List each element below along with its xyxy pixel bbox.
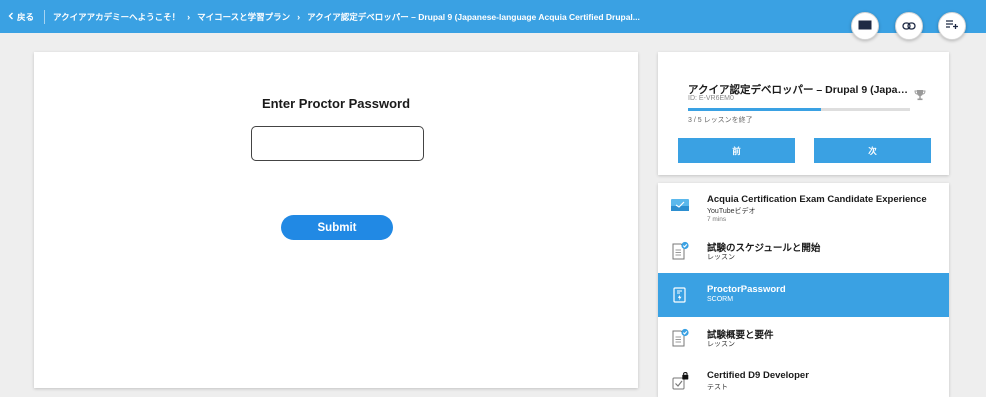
top-bar: 戻る アクイアアカデミーへようこそ！ › マイコースと学習プラン › アクイア認…: [0, 0, 986, 40]
course-id: ID: E-VR6EM0: [688, 95, 734, 102]
lesson-item-schedule[interactable]: 試験のスケジュールと開始 レッスン: [658, 229, 949, 273]
lesson-list: Acquia Certification Exam Candidate Expe…: [658, 183, 949, 397]
breadcrumb: 戻る アクイアアカデミーへようこそ！ › マイコースと学習プラン › アクイア認…: [8, 0, 640, 33]
lesson-item-video[interactable]: Acquia Certification Exam Candidate Expe…: [658, 183, 949, 227]
lesson-type: SCORM: [707, 296, 734, 303]
breadcrumb-divider: [44, 9, 46, 24]
fullscreen-button[interactable]: [851, 12, 879, 40]
submit-button[interactable]: Submit: [281, 215, 393, 240]
lesson-type: テスト: [707, 384, 728, 391]
breadcrumb-item-home[interactable]: アクイアアカデミーへようこそ！: [53, 11, 180, 23]
breadcrumb-separator: ›: [187, 11, 191, 22]
course-progress-text: 3 / 5 レッスンを終了: [688, 117, 753, 124]
lesson-title: Acquia Certification Exam Candidate Expe…: [707, 194, 927, 205]
proctor-password-title: Enter Proctor Password: [261, 96, 411, 111]
lesson-item-certified-test[interactable]: Certified D9 Developer テスト: [658, 359, 949, 397]
fullscreen-icon: [858, 17, 872, 35]
lesson-type: レッスン: [707, 341, 735, 348]
course-progress-bar: [688, 108, 910, 111]
lesson-item-overview[interactable]: 試験概要と要件 レッスン: [658, 316, 949, 360]
video-icon: [670, 195, 690, 215]
lesson-content: Enter Proctor Password Submit: [34, 52, 638, 388]
lesson-complete-icon: [670, 328, 690, 348]
trophy-icon: [914, 88, 926, 106]
back-label: 戻る: [17, 11, 35, 22]
proctor-password-input[interactable]: [251, 126, 424, 161]
lesson-title: ProctorPassword: [707, 284, 786, 295]
lesson-complete-icon: [670, 241, 690, 261]
previous-button[interactable]: 前: [678, 138, 795, 163]
breadcrumb-item-my-courses[interactable]: マイコースと学習プラン: [197, 11, 290, 23]
lesson-item-proctor-password[interactable]: ProctorPassword SCORM: [658, 273, 949, 317]
add-to-playlist-button[interactable]: [938, 12, 966, 40]
next-button[interactable]: 次: [814, 138, 931, 163]
course-progress-fill: [688, 108, 822, 111]
add-to-playlist-icon: [945, 17, 959, 35]
lesson-type: YouTubeビデオ: [707, 208, 756, 215]
breadcrumb-item-current-course: アクイア認定デベロッパー – Drupal 9 (Japanese-langua…: [307, 11, 640, 22]
breadcrumb-separator: ›: [297, 11, 301, 22]
lesson-title: Certified D9 Developer: [707, 370, 809, 381]
lesson-type: レッスン: [707, 254, 735, 261]
chevron-left-icon: [8, 12, 14, 22]
course-header: アクイア認定デベロッパー – Drupal 9 (Japanese-l... I…: [658, 52, 949, 175]
lesson-duration: 7 mins: [707, 216, 727, 223]
link-icon: [902, 17, 916, 35]
scorm-icon: [670, 285, 690, 305]
back-button[interactable]: 戻る: [8, 11, 34, 23]
copy-link-button[interactable]: [895, 12, 923, 40]
locked-test-icon: [670, 371, 690, 391]
